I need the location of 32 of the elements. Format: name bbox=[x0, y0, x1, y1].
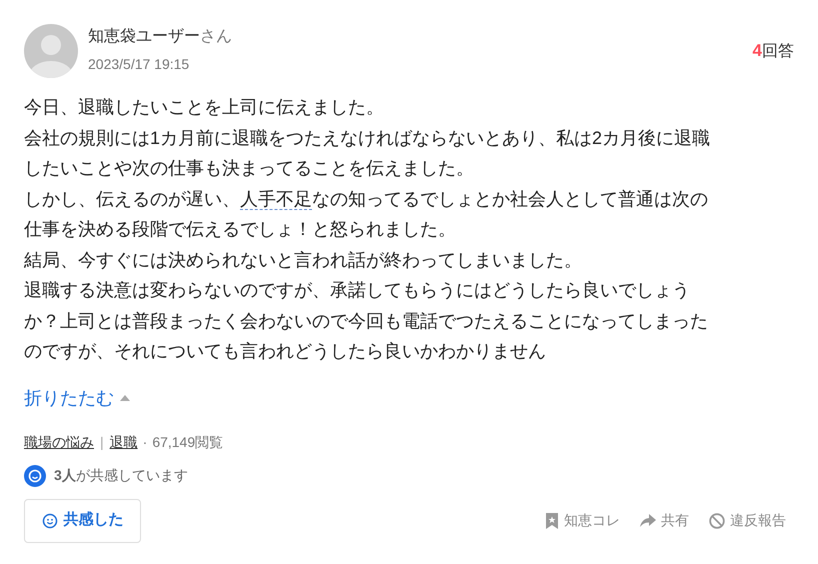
view-count: 67,149閲覧 bbox=[152, 432, 224, 452]
smile-icon bbox=[24, 464, 46, 486]
body-text: のですが、それについても言われどうしたら良いかわかりません bbox=[24, 340, 546, 363]
category-link[interactable]: 退職 bbox=[110, 432, 138, 452]
body-text: 退職する決意は変わらないのですが、承諾してもらうにはどうしたら良いでしょう bbox=[24, 279, 690, 302]
empathy-button[interactable]: 共感した bbox=[24, 498, 141, 542]
body-text: 今日、退職したいことを上司に伝えました。 bbox=[24, 96, 384, 119]
bookmark-button[interactable]: 知恵コレ bbox=[545, 510, 620, 531]
keyword-link[interactable]: 人手不足 bbox=[240, 188, 312, 210]
answer-count: 4 bbox=[752, 40, 762, 62]
post-date: 2023/5/17 19:15 bbox=[88, 55, 190, 73]
body-text: か？上司とは普段まったく会わないので今回も電話でつたえることになってしまった bbox=[24, 310, 708, 332]
smile-icon bbox=[42, 512, 58, 528]
body-text: 仕事を決める段階で伝えるでしょ！と怒られました。 bbox=[24, 218, 456, 241]
category-link[interactable]: 職場の悩み bbox=[24, 432, 94, 452]
collapse-toggle[interactable]: 折りたたむ bbox=[24, 386, 130, 410]
prohibited-icon bbox=[709, 512, 725, 528]
body-text: 結局、今すぐには決められないと言われ話が終わってしまいました。 bbox=[24, 248, 582, 272]
separator-text: | bbox=[100, 432, 104, 452]
share-button[interactable]: 共有 bbox=[640, 510, 689, 531]
honorific-text: さん bbox=[200, 28, 232, 45]
body-text: したいことや次の仕事も決まってることを伝えました。 bbox=[24, 157, 474, 180]
user-name[interactable]: 知恵袋ユーザー bbox=[88, 28, 200, 45]
bookmark-icon bbox=[545, 512, 559, 528]
report-button[interactable]: 違反報告 bbox=[709, 510, 786, 531]
share-arrow-icon bbox=[640, 514, 656, 528]
answer-label: 回答 bbox=[762, 42, 794, 62]
body-text: 会社の規則には1カ月前に退職をつたえなければならないとあり、私は2カ月後に退職 bbox=[24, 126, 710, 150]
avatar-icon bbox=[24, 24, 78, 78]
body-text: しかし、伝えるのが遅い、人手不足なの知ってるでしょとか社会人として普通は次の bbox=[24, 188, 708, 212]
empathy-summary: 3人が共感しています bbox=[54, 466, 188, 485]
dot-separator: · bbox=[142, 432, 148, 452]
